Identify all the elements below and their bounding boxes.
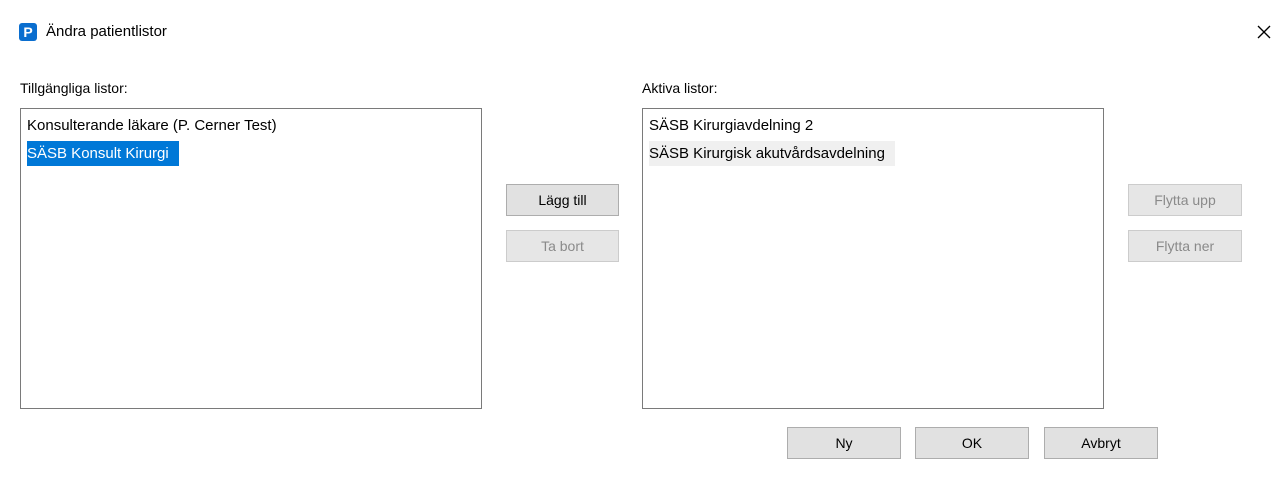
title-bar: P Ändra patientlistor (0, 0, 1285, 62)
add-button[interactable]: Lägg till (506, 184, 619, 216)
active-list-item-hovered[interactable]: SÄSB Kirurgisk akutvårdsavdelning (649, 141, 895, 166)
active-lists-label: Aktiva listor: (642, 80, 718, 96)
move-up-button[interactable]: Flytta upp (1128, 184, 1242, 216)
close-button[interactable] (1252, 20, 1276, 44)
edit-patient-lists-dialog: P Ändra patientlistor Tillgängliga listo… (0, 0, 1285, 484)
active-list-item[interactable]: SÄSB Kirurgiavdelning 2 (649, 113, 823, 138)
remove-button[interactable]: Ta bort (506, 230, 619, 262)
available-lists-label: Tillgängliga listor: (20, 80, 128, 96)
ok-button[interactable]: OK (915, 427, 1029, 459)
available-list-item-selected[interactable]: SÄSB Konsult Kirurgi (27, 141, 179, 166)
move-down-button[interactable]: Flytta ner (1128, 230, 1242, 262)
app-logo-icon: P (19, 23, 37, 41)
available-lists-listbox[interactable]: Konsulterande läkare (P. Cerner Test) SÄ… (20, 108, 482, 409)
active-lists-listbox[interactable]: SÄSB Kirurgiavdelning 2 SÄSB Kirurgisk a… (642, 108, 1104, 409)
cancel-button[interactable]: Avbryt (1044, 427, 1158, 459)
new-button[interactable]: Ny (787, 427, 901, 459)
close-icon (1257, 25, 1271, 39)
available-list-item[interactable]: Konsulterande läkare (P. Cerner Test) (27, 113, 287, 138)
window-title: Ändra patientlistor (46, 23, 167, 40)
